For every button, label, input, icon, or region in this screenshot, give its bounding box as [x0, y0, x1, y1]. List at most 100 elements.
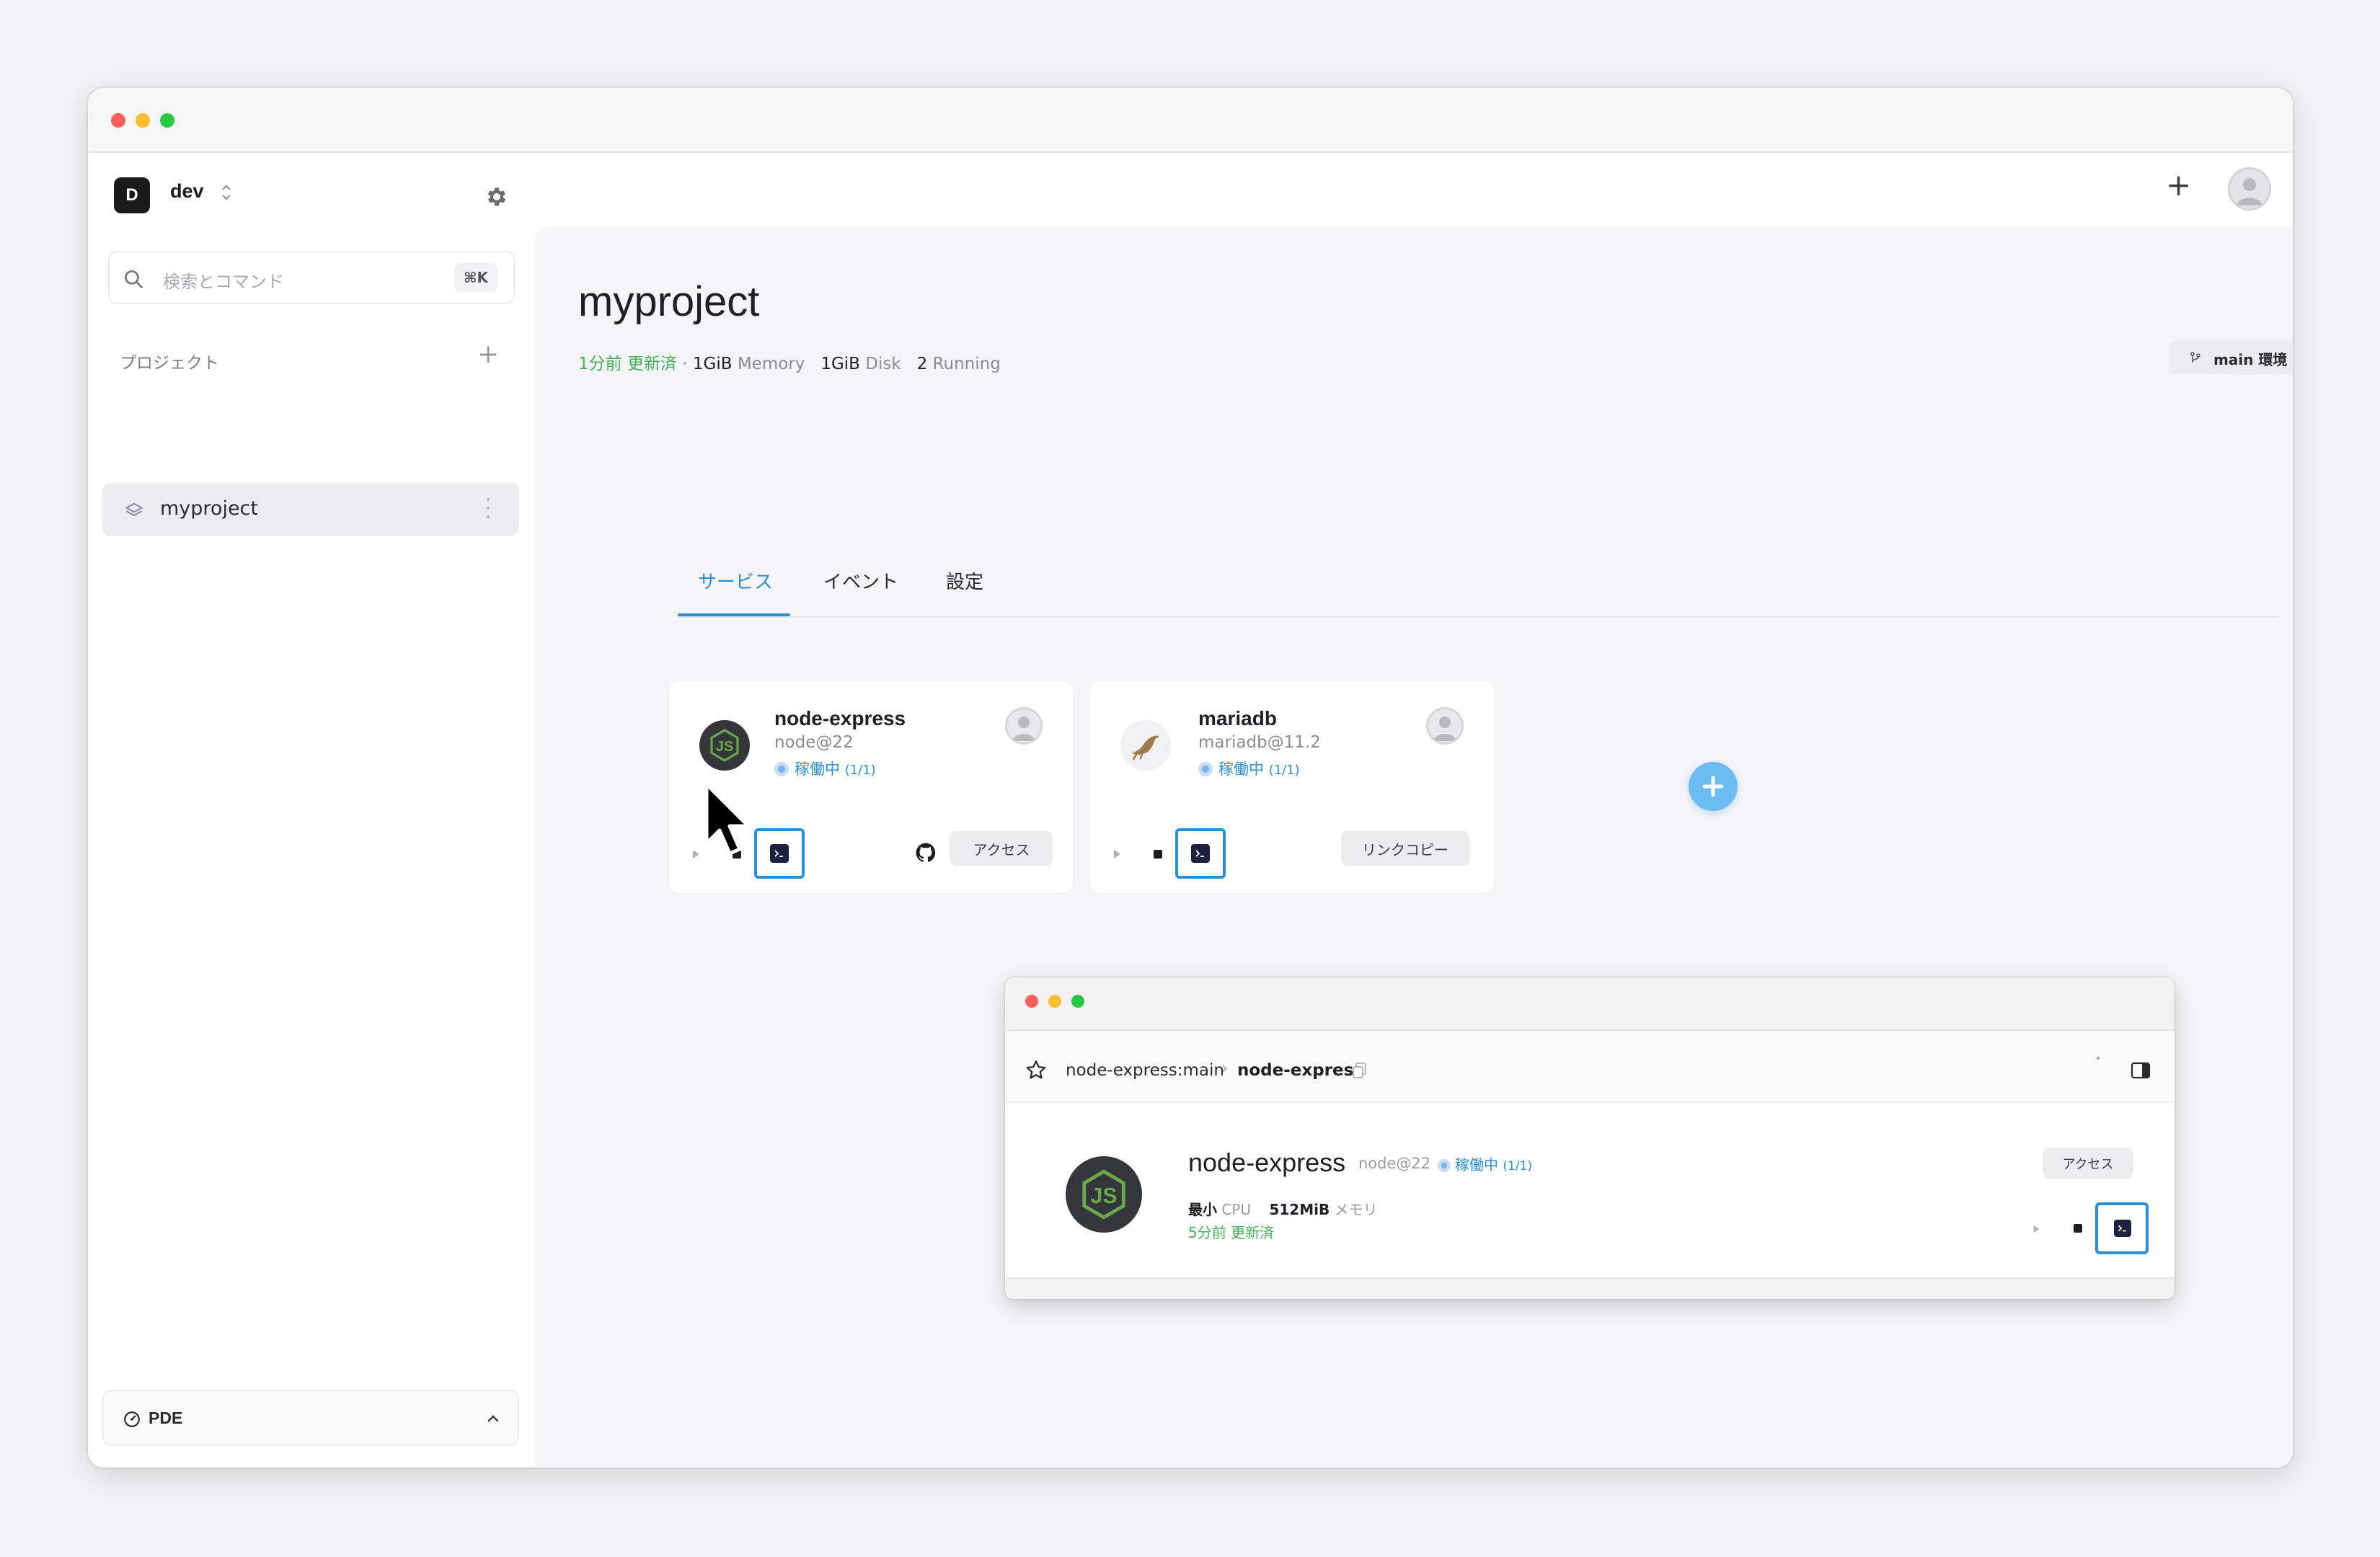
status-text: 稼働中	[1455, 1156, 1498, 1174]
page-title: myproject	[578, 278, 760, 325]
chevron-up-icon[interactable]	[483, 1410, 503, 1427]
search-box[interactable]: 検索とコマンド ⌘K	[108, 251, 515, 304]
more-options-icon[interactable]: · · ·	[485, 491, 492, 527]
plus-icon[interactable]: +	[2166, 170, 2191, 200]
cpu-value: 最小	[1188, 1201, 1217, 1218]
star-icon[interactable]	[1024, 1058, 1048, 1083]
svg-text:JS: JS	[1090, 1184, 1117, 1208]
play-icon[interactable]	[2032, 1223, 2040, 1233]
search-shortcut-badge: ⌘K	[454, 263, 497, 292]
workspace-switcher-icon[interactable]	[221, 183, 232, 202]
copy-link-button[interactable]: リンクコピー	[1341, 831, 1469, 866]
resource-info: 最小 CPU 512MiB メモリ	[1188, 1198, 1378, 1219]
workspace-name[interactable]: dev	[170, 180, 204, 203]
close-window-button[interactable]	[1025, 995, 1038, 1008]
detail-footer	[1005, 1277, 2175, 1299]
mouse-pointer-icon	[704, 781, 754, 861]
terminal-button[interactable]	[1175, 828, 1226, 879]
sidebar-item-myproject[interactable]: myproject · · ·	[102, 483, 519, 536]
terminal-icon	[2114, 1220, 2131, 1237]
minimize-window-button[interactable]	[1048, 995, 1061, 1008]
pde-label: PDE	[149, 1409, 183, 1427]
settings-gear-icon[interactable]	[485, 185, 509, 209]
projects-heading: プロジェクト	[120, 354, 219, 373]
status-count: (1/1)	[1503, 1159, 1532, 1174]
tab-services[interactable]: サービス	[698, 567, 773, 594]
status-count: (1/1)	[844, 763, 876, 778]
terminal-icon	[1191, 844, 1210, 863]
updated-label: 1分前 更新済	[578, 355, 677, 373]
project-meta: 1分前 更新済 · 1GiB Memory 1GiB Disk 2 Runnin…	[578, 355, 1001, 373]
tab-settings[interactable]: 設定	[946, 567, 983, 594]
tab-events[interactable]: イベント	[823, 567, 898, 594]
status-count: (1/1)	[1268, 763, 1300, 778]
owner-avatar[interactable]	[1426, 707, 1464, 745]
layers-icon	[124, 500, 144, 520]
add-service-button[interactable]	[1689, 762, 1738, 811]
detail-updated-label: 5分前 更新済	[1188, 1224, 1275, 1241]
detail-body	[1005, 1103, 2175, 1299]
status-dot-icon	[774, 762, 789, 776]
minimize-window-button[interactable]	[136, 113, 150, 128]
breadcrumb-repo[interactable]: node-express:main	[1066, 1061, 1224, 1080]
breadcrumb-separator: ›	[1221, 1060, 1228, 1078]
disk-label: Disk	[865, 355, 901, 373]
service-detail-window: node-express:main › node-express JS node…	[1005, 977, 2175, 1299]
terminal-button[interactable]	[2095, 1202, 2149, 1254]
running-value: 2	[916, 355, 928, 373]
status-text: 稼働中	[1218, 760, 1264, 778]
user-avatar[interactable]	[2228, 167, 2271, 210]
svg-text:JS: JS	[716, 739, 733, 755]
pde-footer-button[interactable]: PDE	[102, 1390, 519, 1446]
maximize-window-button[interactable]	[160, 113, 174, 128]
stop-button[interactable]	[2074, 1224, 2082, 1233]
mariadb-seal-icon	[1120, 720, 1171, 771]
service-card-mariadb[interactable]: mariadb mariadb@11.2 稼働中 (1/1) リンクコピー	[1090, 681, 1494, 893]
sidebar: D dev 検索とコマンド ⌘K プロジェクト + myproject · · ·	[88, 153, 535, 1468]
memory-label: メモリ	[1334, 1201, 1378, 1218]
status-dot-icon	[1438, 1159, 1451, 1172]
sidebar-toggle-icon[interactable]	[2130, 1060, 2151, 1081]
nodejs-icon: JS	[699, 720, 750, 771]
workspace-badge[interactable]: D	[114, 177, 150, 213]
stop-button[interactable]	[1154, 850, 1162, 859]
sidebar-item-label: myproject	[160, 497, 258, 520]
environment-label: main 環境	[2213, 351, 2288, 368]
memory-value: 512MiB	[1269, 1201, 1330, 1218]
tabs-divider	[678, 616, 2278, 618]
service-name[interactable]: mariadb	[1198, 707, 1277, 730]
breadcrumb-service[interactable]: node-express	[1237, 1061, 1363, 1080]
github-icon[interactable]	[914, 841, 937, 864]
status-badge: 稼働中 (1/1)	[774, 758, 876, 779]
access-button[interactable]: アクセス	[2043, 1148, 2133, 1179]
disk-value: 1GiB	[820, 355, 860, 373]
memory-value: 1GiB	[692, 355, 733, 373]
service-version: mariadb@11.2	[1198, 733, 1321, 752]
service-name[interactable]: node-express	[774, 707, 906, 730]
owner-avatar[interactable]	[1005, 707, 1043, 745]
access-button[interactable]: アクセス	[950, 831, 1053, 866]
running-label: Running	[932, 355, 1001, 373]
terminal-button[interactable]	[754, 828, 805, 879]
memory-label: Memory	[737, 355, 805, 373]
detail-window-titlebar	[1005, 977, 2175, 1031]
search-placeholder[interactable]: 検索とコマンド	[163, 267, 284, 293]
terminal-icon	[770, 844, 789, 863]
nodejs-icon: JS	[1066, 1156, 1142, 1233]
close-window-button[interactable]	[111, 113, 125, 128]
play-icon[interactable]	[1112, 848, 1122, 859]
status-text: 稼働中	[795, 760, 840, 778]
environment-selector-button[interactable]: main 環境	[2169, 341, 2293, 374]
detail-service-name: node-express	[1188, 1148, 1346, 1177]
play-icon[interactable]	[691, 848, 701, 859]
detail-service-version: node@22	[1358, 1155, 1431, 1172]
add-project-button[interactable]: +	[477, 342, 499, 368]
maximize-window-button[interactable]	[1071, 995, 1084, 1008]
status-badge: 稼働中 (1/1)	[1198, 758, 1300, 779]
service-version: node@22	[774, 733, 854, 752]
search-icon	[121, 267, 146, 291]
gauge-icon	[123, 1410, 141, 1429]
copy-icon[interactable]	[1351, 1061, 1368, 1080]
cpu-label: CPU	[1221, 1201, 1252, 1218]
branch-icon	[2189, 351, 2202, 364]
